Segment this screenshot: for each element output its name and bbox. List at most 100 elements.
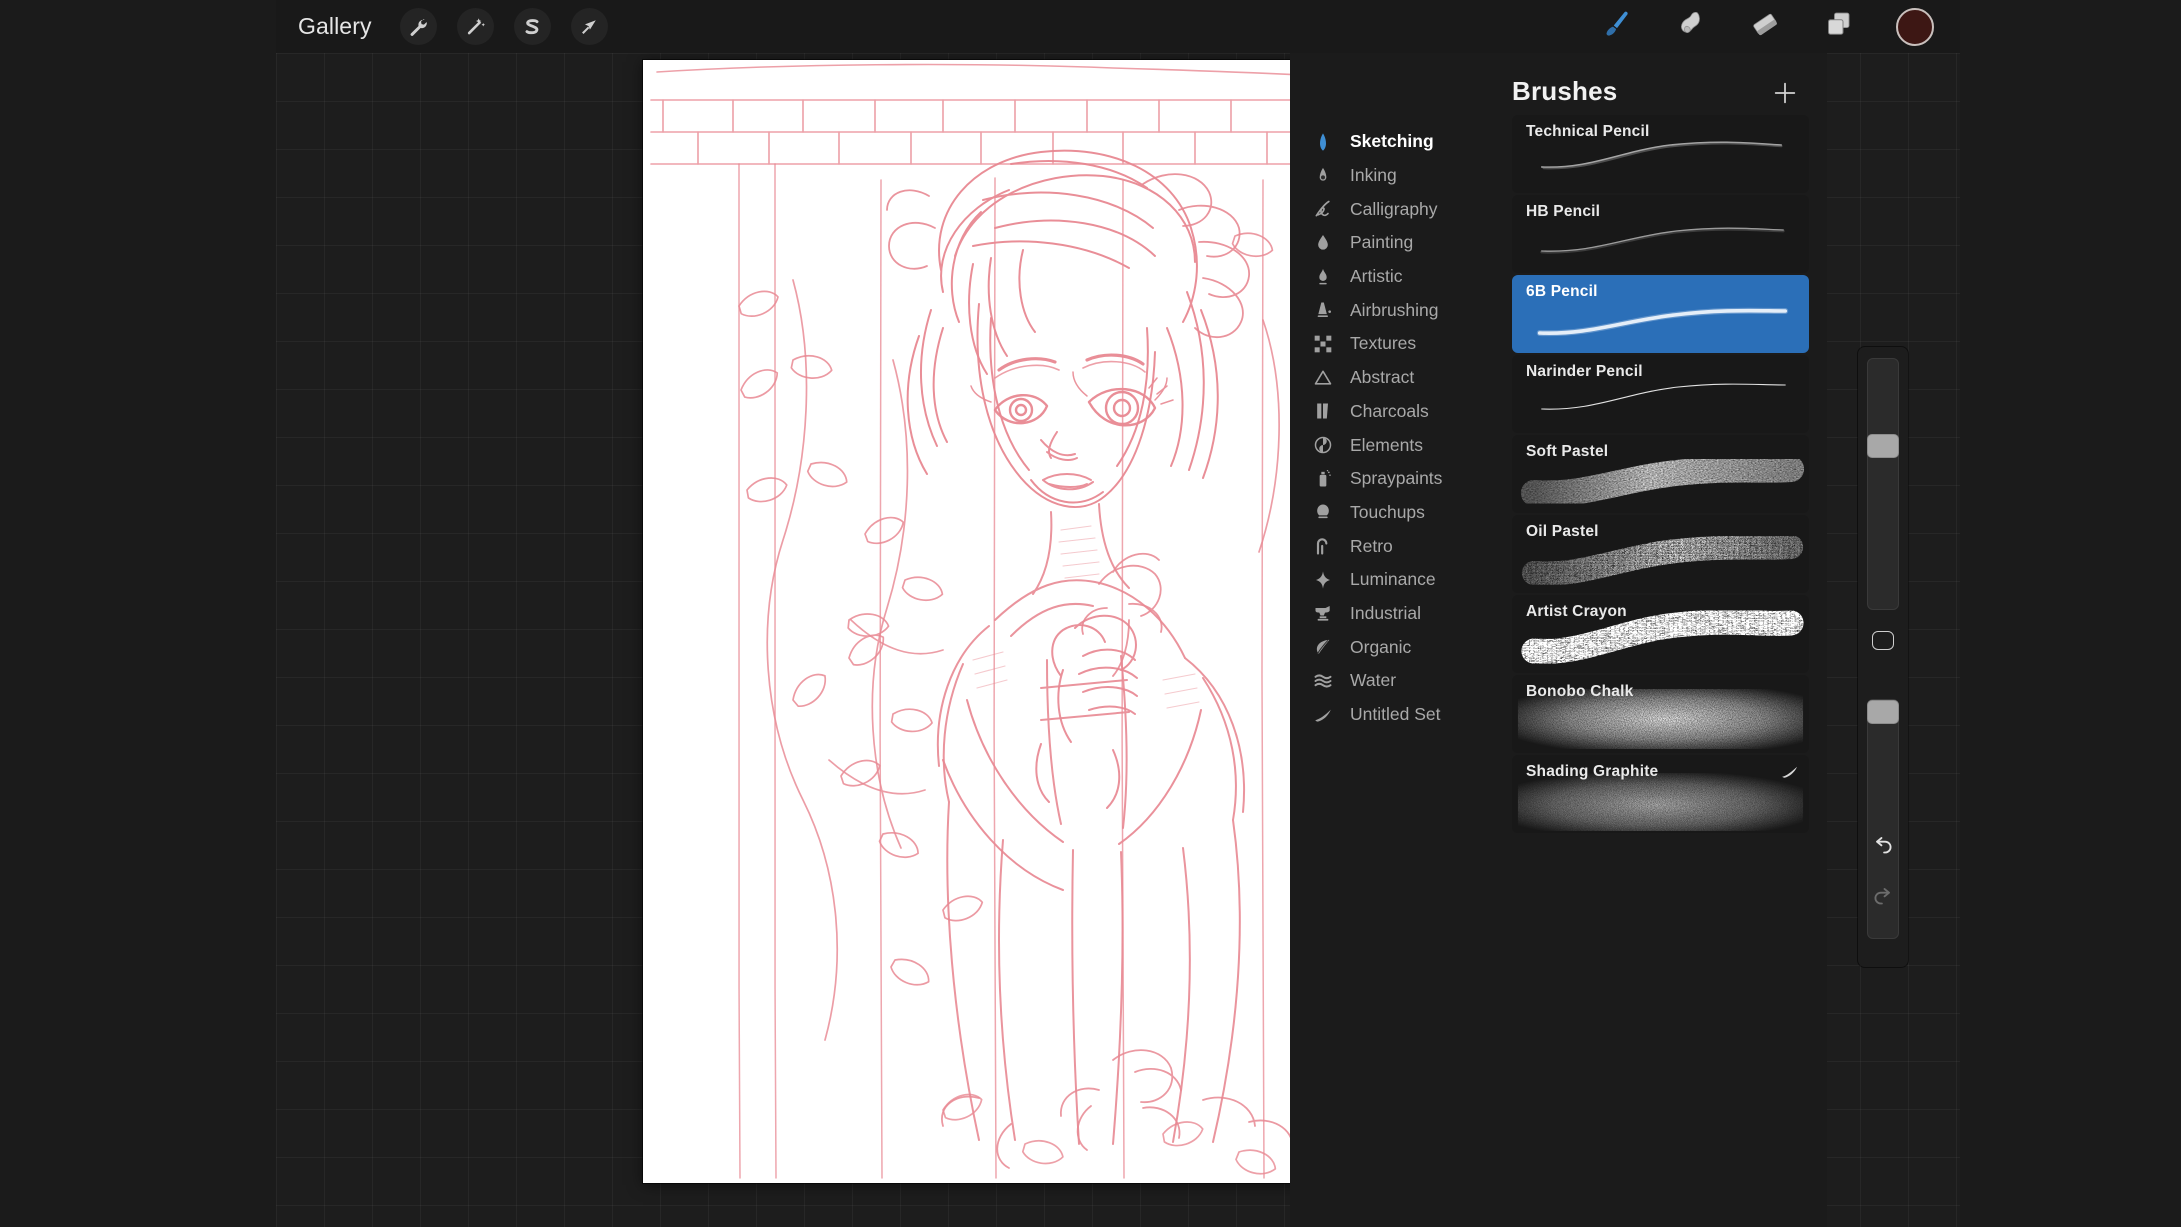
brush-item[interactable]: Soft Pastel — [1512, 435, 1809, 513]
brush-category-label: Organic — [1350, 636, 1412, 657]
brush-category-label: Textures — [1350, 333, 1417, 354]
anvil-icon — [1312, 602, 1334, 624]
custom-brush-icon — [1781, 765, 1799, 784]
redo-arrow-icon — [1870, 884, 1896, 915]
swoosh-icon — [1312, 704, 1334, 726]
top-toolbar-left: Gallery — [276, 8, 608, 45]
brush-category-label: Airbrushing — [1350, 299, 1439, 320]
paint-drop-icon — [1312, 232, 1334, 254]
brush-category-label: Spraypaints — [1350, 468, 1443, 489]
brush-name: HB Pencil — [1526, 203, 1601, 220]
pencil-nib-icon — [1312, 131, 1334, 153]
flame-drop-icon — [1312, 266, 1334, 288]
brush-category-artistic[interactable]: Artistic — [1290, 260, 1500, 294]
brush-name: Technical Pencil — [1526, 123, 1650, 140]
brush-item[interactable]: Artist Crayon — [1512, 595, 1809, 673]
arrow-transform-icon — [578, 16, 600, 38]
charcoal-icon — [1312, 400, 1334, 422]
page-title: Brushes — [1512, 76, 1618, 106]
yin-yang-icon — [1312, 434, 1334, 456]
brush-name: Oil Pastel — [1526, 523, 1599, 540]
color-swatch[interactable] — [1896, 7, 1934, 46]
brushes-panel: Sketching Inking Calligraphy Painting Ar… — [1290, 53, 1827, 1227]
spraycan-icon — [1312, 468, 1334, 490]
brush-item[interactable]: Narinder Pencil — [1512, 355, 1809, 433]
brush-category-airbrushing[interactable]: Airbrushing — [1290, 293, 1500, 327]
calligraphy-icon — [1312, 198, 1334, 220]
procreate-app-window: Gallery Sketching Inking Calligraphy Pai… — [276, 0, 1960, 1227]
brush-size-thumb[interactable] — [1867, 434, 1899, 458]
brush-category-textures[interactable]: Textures — [1290, 327, 1500, 361]
brush-item[interactable]: HB Pencil — [1512, 195, 1809, 273]
brush-category-inking[interactable]: Inking — [1290, 159, 1500, 193]
actions-wrench-button[interactable] — [399, 8, 437, 45]
brush-item[interactable]: Bonobo Chalk — [1512, 675, 1809, 753]
eraser-icon — [1750, 9, 1780, 44]
layers-button[interactable] — [1822, 10, 1856, 44]
brush-size-slider[interactable] — [1867, 358, 1899, 610]
selection-button[interactable] — [513, 8, 551, 45]
undo-button[interactable] — [1869, 834, 1897, 862]
brush-category-painting[interactable]: Painting — [1290, 226, 1500, 260]
brush-category-touchups[interactable]: Touchups — [1290, 496, 1500, 530]
erase-tool[interactable] — [1748, 10, 1782, 44]
brush-category-spraypaints[interactable]: Spraypaints — [1290, 462, 1500, 496]
add-brush-button[interactable] — [1771, 79, 1799, 107]
brush-category-list: Sketching Inking Calligraphy Painting Ar… — [1290, 53, 1500, 1227]
brush-category-label: Sketching — [1350, 131, 1434, 152]
brush-category-charcoals[interactable]: Charcoals — [1290, 395, 1500, 429]
brush-category-elements[interactable]: Elements — [1290, 428, 1500, 462]
touchup-brush-icon — [1312, 501, 1334, 523]
top-toolbar-right — [1600, 7, 1960, 46]
brush-category-label: Charcoals — [1350, 400, 1429, 421]
brush-category-retro[interactable]: Retro — [1290, 529, 1500, 563]
brush-category-industrial[interactable]: Industrial — [1290, 597, 1500, 631]
layers-icon — [1824, 9, 1854, 44]
brush-category-calligraphy[interactable]: Calligraphy — [1290, 192, 1500, 226]
leaf-icon — [1312, 636, 1334, 658]
screen-root: Gallery Sketching Inking Calligraphy Pai… — [0, 0, 2181, 1227]
s-selection-icon — [521, 16, 543, 38]
brush-name: Artist Crayon — [1526, 603, 1627, 620]
retro-icon — [1312, 535, 1334, 557]
adjustments-button[interactable] — [456, 8, 494, 45]
modify-button[interactable] — [1872, 631, 1894, 650]
smudge-finger-icon — [1676, 9, 1706, 44]
brush-category-label: Industrial — [1350, 602, 1422, 623]
brush-item[interactable]: Technical Pencil — [1512, 115, 1809, 193]
brush-category-label: Painting — [1350, 232, 1414, 253]
brush-category-label: Calligraphy — [1350, 198, 1438, 219]
top-toolbar: Gallery — [276, 0, 1960, 53]
wrench-icon — [407, 16, 429, 38]
magic-wand-icon — [464, 16, 486, 38]
redo-button[interactable] — [1869, 885, 1897, 913]
brush-item[interactable]: Oil Pastel — [1512, 515, 1809, 593]
brush-category-label: Water — [1350, 670, 1397, 691]
brush-name: Soft Pastel — [1526, 443, 1609, 460]
brush-category-luminance[interactable]: Luminance — [1290, 563, 1500, 597]
brush-category-sketching[interactable]: Sketching — [1290, 125, 1500, 159]
gallery-button[interactable]: Gallery — [290, 10, 380, 43]
brush-category-abstract[interactable]: Abstract — [1290, 361, 1500, 395]
brush-list: Brushes Technical Pencil HB Pencil 6B Pe… — [1500, 53, 1827, 1227]
transform-button[interactable] — [570, 8, 608, 45]
ink-nib-icon — [1312, 165, 1334, 187]
paintbrush-icon — [1602, 9, 1632, 44]
paint-tool[interactable] — [1600, 10, 1634, 44]
triangle-icon — [1312, 367, 1334, 389]
brush-name: Bonobo Chalk — [1526, 683, 1634, 700]
brush-sidebar — [1858, 347, 1908, 967]
brush-category-label: Untitled Set — [1350, 704, 1441, 725]
brush-item-selected[interactable]: 6B Pencil — [1512, 275, 1809, 353]
brush-category-untitled-set[interactable]: Untitled Set — [1290, 698, 1500, 732]
sparkle-icon — [1312, 569, 1334, 591]
brush-category-organic[interactable]: Organic — [1290, 630, 1500, 664]
brush-category-label: Inking — [1350, 165, 1397, 186]
brush-category-water[interactable]: Water — [1290, 664, 1500, 698]
smudge-tool[interactable] — [1674, 10, 1708, 44]
brush-opacity-thumb[interactable] — [1867, 700, 1899, 724]
waves-icon — [1312, 670, 1334, 692]
brush-name: Shading Graphite — [1526, 763, 1659, 780]
checker-icon — [1312, 333, 1334, 355]
brush-item[interactable]: Shading Graphite — [1512, 755, 1809, 833]
